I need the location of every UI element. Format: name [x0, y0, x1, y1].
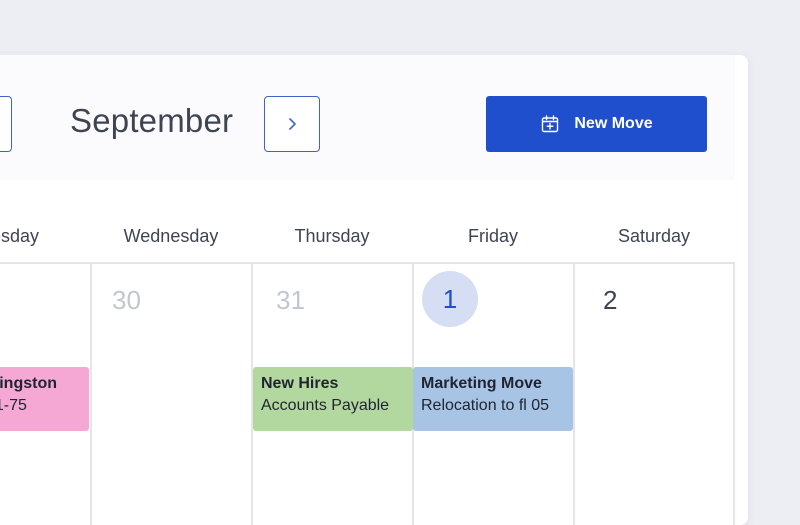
- calendar-plus-icon: [542, 115, 559, 133]
- weekday-saturday: Saturday: [617, 226, 691, 246]
- weekday-wednesday: Wednesday: [123, 226, 219, 246]
- event-title: vingston: [0, 375, 57, 392]
- event-card-new-hires[interactable]: New Hires Accounts Payable: [253, 367, 413, 431]
- event-subtitle: Relocation to fl 05: [421, 397, 550, 414]
- grid-header-divider: [0, 262, 735, 264]
- chevron-right-icon: [289, 118, 296, 130]
- next-month-button[interactable]: [264, 96, 320, 152]
- previous-month-button[interactable]: [0, 96, 12, 152]
- grid-column-divider: [90, 262, 92, 525]
- day-number-today[interactable]: 1: [422, 271, 478, 327]
- calendar-header: September New Move: [0, 55, 735, 180]
- event-subtitle: Accounts Payable: [261, 397, 390, 414]
- event-title: New Hires: [261, 375, 339, 392]
- day-number-31[interactable]: 31: [276, 285, 305, 316]
- weekday-tuesday: esday: [0, 226, 40, 246]
- event-card-marketing-move[interactable]: Marketing Move Relocation to fl 05: [413, 367, 573, 431]
- calendar-card: September New Move esday Wednesday Thurs…: [0, 55, 748, 525]
- weekday-friday: Friday: [467, 226, 518, 246]
- weekday-thursday: Thursday: [294, 226, 370, 246]
- day-number-30[interactable]: 30: [112, 285, 141, 316]
- month-title: September: [70, 102, 234, 139]
- event-title: Marketing Move: [421, 375, 542, 392]
- new-move-label: New Move: [574, 115, 653, 132]
- event-card-livingston[interactable]: vingston 01-75: [0, 367, 89, 431]
- grid-column-divider: [573, 262, 575, 525]
- day-number-2[interactable]: 2: [603, 285, 617, 316]
- event-subtitle: 01-75: [0, 397, 27, 414]
- new-move-button[interactable]: New Move: [486, 96, 707, 152]
- grid-column-divider: [733, 262, 735, 525]
